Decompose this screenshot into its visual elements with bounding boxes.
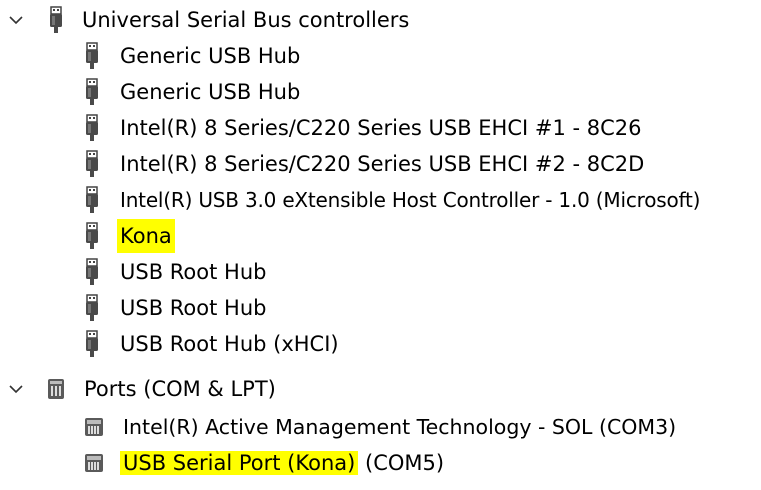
device-label: USB Root Hub (xHCI) bbox=[120, 332, 339, 356]
tree-item-device[interactable]: Intel(R) 8 Series/C220 Series USB EHCI #… bbox=[0, 147, 761, 181]
device-label: Generic USB Hub bbox=[120, 80, 301, 104]
category-label: Universal Serial Bus controllers bbox=[82, 8, 410, 32]
category-label: Ports (COM & LPT) bbox=[84, 377, 276, 401]
tree-item-device[interactable]: USB Root Hub bbox=[0, 255, 761, 289]
tree-item-device[interactable]: Generic USB Hub bbox=[0, 75, 761, 109]
device-label: Generic USB Hub bbox=[120, 44, 301, 68]
port-icon bbox=[48, 379, 64, 399]
chevron-down-icon[interactable] bbox=[8, 12, 24, 28]
usb-connector-icon bbox=[86, 186, 98, 213]
usb-connector-icon bbox=[86, 114, 98, 141]
tree-item-device-usb-serial-port[interactable]: USB Serial Port (Kona) (COM5) bbox=[0, 446, 761, 480]
tree-item-device[interactable]: Intel(R) Active Management Technology - … bbox=[0, 410, 761, 444]
device-label: USB Root Hub bbox=[120, 260, 267, 284]
tree-category-usb-controllers[interactable]: Universal Serial Bus controllers bbox=[0, 3, 761, 37]
tree-item-device[interactable]: USB Root Hub bbox=[0, 291, 761, 325]
device-label: USB Root Hub bbox=[120, 296, 267, 320]
tree-item-device[interactable]: Intel(R) USB 3.0 eXtensible Host Control… bbox=[0, 183, 761, 217]
usb-connector-icon bbox=[86, 294, 98, 321]
device-label-highlighted: Kona bbox=[117, 219, 175, 253]
usb-connector-icon bbox=[86, 42, 98, 69]
tree-category-ports[interactable]: Ports (COM & LPT) bbox=[0, 372, 761, 406]
usb-connector-icon bbox=[86, 150, 98, 177]
tree-item-device[interactable]: Generic USB Hub bbox=[0, 39, 761, 73]
serial-port-icon bbox=[85, 454, 103, 472]
device-label-composite: USB Serial Port (Kona) (COM5) bbox=[120, 446, 445, 480]
usb-connector-icon bbox=[86, 330, 98, 357]
usb-connector-icon bbox=[86, 78, 98, 105]
tree-item-device-kona[interactable]: Kona bbox=[0, 219, 761, 253]
device-label: Intel(R) 8 Series/C220 Series USB EHCI #… bbox=[120, 116, 642, 140]
device-label-rest: (COM5) bbox=[358, 451, 445, 475]
device-label-highlighted: USB Serial Port (Kona) bbox=[120, 451, 359, 475]
device-label: Intel(R) USB 3.0 eXtensible Host Control… bbox=[120, 188, 701, 212]
usb-connector-icon bbox=[86, 258, 98, 285]
chevron-down-icon[interactable] bbox=[8, 381, 24, 397]
device-label: Intel(R) 8 Series/C220 Series USB EHCI #… bbox=[120, 152, 645, 176]
tree-item-device[interactable]: Intel(R) 8 Series/C220 Series USB EHCI #… bbox=[0, 111, 761, 145]
usb-connector-icon bbox=[50, 6, 62, 33]
serial-port-icon bbox=[85, 418, 103, 436]
device-label: Intel(R) Active Management Technology - … bbox=[123, 415, 677, 439]
tree-item-device[interactable]: USB Root Hub (xHCI) bbox=[0, 327, 761, 361]
usb-connector-icon bbox=[86, 222, 98, 249]
